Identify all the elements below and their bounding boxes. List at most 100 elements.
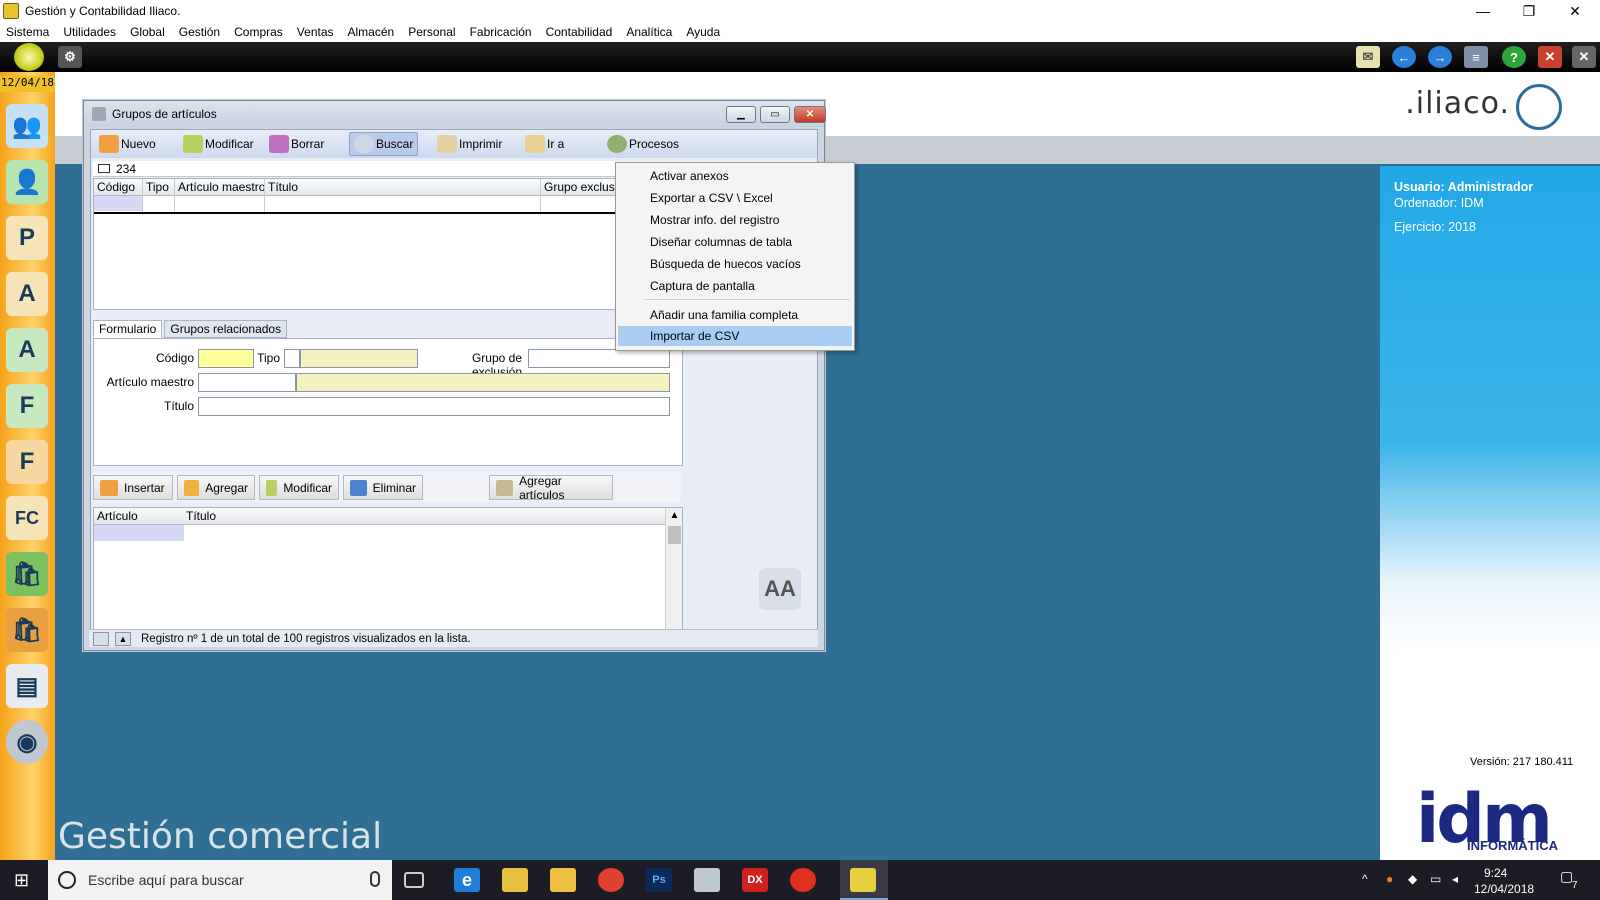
menu-analitica[interactable]: Analítica (626, 25, 672, 39)
iliaco-active-icon[interactable] (850, 868, 876, 892)
user-p-icon[interactable]: P (6, 216, 48, 260)
microphone-icon[interactable] (370, 871, 380, 887)
tab-formulario[interactable]: Formulario (93, 320, 163, 338)
menu-item-busqueda-huecos[interactable]: Búsqueda de huecos vacíos (650, 257, 801, 271)
col-articulo-maestro[interactable]: Artículo maestro (178, 180, 265, 194)
list-icon[interactable]: ≡ (1464, 46, 1488, 68)
window-titlebar[interactable]: Grupos de artículos (84, 101, 824, 127)
users-icon[interactable]: 👥 (6, 104, 48, 148)
cd-icon[interactable]: ◉ (6, 720, 48, 764)
close-button[interactable]: ✕ (1552, 0, 1598, 22)
letter-f-icon[interactable]: F (6, 384, 48, 428)
bag-green-icon[interactable]: 🛍 (6, 552, 48, 596)
menu-compras[interactable]: Compras (234, 25, 283, 39)
insertar-button[interactable]: Insertar (93, 475, 173, 500)
bag-orange-icon[interactable]: 🛍 (6, 608, 48, 652)
clock-date[interactable]: 12/04/2018 (1474, 882, 1534, 896)
menu-global[interactable]: Global (130, 25, 165, 39)
letter-f-orange-icon[interactable]: F (6, 440, 48, 484)
window-minimize-button[interactable]: ▁ (726, 106, 756, 123)
taskbar-search-input[interactable]: Escribe aquí para buscar (88, 872, 244, 888)
col-grupo-exclusion[interactable]: Grupo exclusi (544, 180, 617, 194)
col-articulo[interactable]: Artículo (97, 509, 138, 523)
codigo-input[interactable] (198, 349, 254, 368)
chrome-icon[interactable] (598, 868, 624, 892)
tray-chevron-icon[interactable]: ^ (1362, 872, 1368, 886)
mail-icon[interactable]: ✉ (1356, 46, 1380, 68)
scroll-thumb[interactable] (668, 526, 681, 544)
dx-app-icon[interactable]: DX (742, 868, 768, 892)
forward-arrow-icon[interactable]: → (1428, 46, 1452, 68)
edge-icon[interactable]: e (454, 868, 480, 892)
dropbox-icon[interactable]: ◆ (1408, 872, 1417, 886)
file-explorer-icon[interactable] (550, 868, 576, 892)
window-maximize-button[interactable]: ▭ (760, 106, 790, 123)
buscar-button[interactable]: Buscar (349, 132, 419, 156)
home-orb-icon[interactable] (14, 43, 44, 71)
menu-gestion[interactable]: Gestión (179, 25, 220, 39)
letter-a-icon[interactable]: A (6, 328, 48, 372)
menu-item-exportar-csv[interactable]: Exportar a CSV \ Excel (650, 191, 773, 205)
nuevo-button[interactable]: Nuevo (99, 132, 156, 156)
menu-personal[interactable]: Personal (408, 25, 455, 39)
photoshop-icon[interactable]: Ps (646, 868, 672, 892)
menu-item-anadir-familia[interactable]: Añadir una familia completa (650, 308, 798, 322)
close-window-icon[interactable]: ✕ (1538, 46, 1562, 68)
minimize-button[interactable]: — (1460, 0, 1506, 22)
close-all-icon[interactable]: ✕ (1572, 46, 1596, 68)
menu-item-captura-pantalla[interactable]: Captura de pantalla (650, 279, 755, 293)
modificar-detail-button[interactable]: Modificar (259, 475, 339, 500)
back-arrow-icon[interactable]: ← (1392, 46, 1416, 68)
menu-sistema[interactable]: Sistema (6, 25, 49, 39)
search-input[interactable]: 234 (116, 162, 136, 176)
logo-badge-icon[interactable]: ⚙ (58, 46, 82, 68)
mail-app-icon[interactable] (502, 868, 528, 892)
keyboard-icon[interactable] (98, 164, 110, 173)
chevron-up-icon[interactable]: ▲ (115, 631, 131, 646)
col-titulo-articulo[interactable]: Título (186, 509, 216, 523)
table-row-selected[interactable] (94, 525, 184, 541)
user-icon[interactable]: 👤 (6, 160, 48, 204)
network-icon[interactable]: ▭ (1430, 872, 1441, 886)
menu-item-importar-csv[interactable]: Importar de CSV (650, 329, 739, 343)
col-codigo[interactable]: Código (97, 180, 135, 194)
menu-contabilidad[interactable]: Contabilidad (546, 25, 613, 39)
menu-item-disenar-columnas[interactable]: Diseñar columnas de tabla (650, 235, 792, 249)
menu-almacen[interactable]: Almacén (348, 25, 395, 39)
menu-ventas[interactable]: Ventas (297, 25, 334, 39)
font-size-icon[interactable]: AA (759, 568, 801, 610)
user-a-icon[interactable]: A (6, 272, 48, 316)
col-titulo[interactable]: Título (268, 180, 298, 194)
articulo-maestro-input[interactable] (198, 373, 296, 392)
scroll-up-icon[interactable]: ▲ (666, 508, 683, 524)
volume-icon[interactable]: ◂ (1452, 872, 1458, 886)
letter-fc-icon[interactable]: FC (6, 496, 48, 540)
modificar-button[interactable]: Modificar (183, 132, 254, 156)
borrar-button[interactable]: Borrar (269, 132, 324, 156)
red-app-icon[interactable] (790, 868, 816, 892)
col-tipo[interactable]: Tipo (146, 180, 169, 194)
keyboard-icon[interactable] (93, 631, 109, 646)
restore-button[interactable]: ❐ (1506, 0, 1552, 22)
menu-item-mostrar-info[interactable]: Mostrar info. del registro (650, 213, 779, 227)
taskbar-search[interactable]: Escribe aquí para buscar (48, 860, 392, 900)
tipo-description-input[interactable] (300, 349, 418, 368)
procesos-button[interactable]: Procesos (607, 132, 679, 156)
menu-ayuda[interactable]: Ayuda (686, 25, 720, 39)
menu-fabricacion[interactable]: Fabricación (470, 25, 532, 39)
imprimir-button[interactable]: Imprimir (437, 132, 502, 156)
articles-scrollbar[interactable]: ▲ ▼ (665, 508, 682, 646)
menu-utilidades[interactable]: Utilidades (63, 25, 116, 39)
iliaco-app-icon[interactable] (694, 868, 720, 892)
grupo-exclusion-input[interactable] (528, 349, 670, 368)
eliminar-button[interactable]: Eliminar (343, 475, 423, 500)
agregar-button[interactable]: Agregar (177, 475, 255, 500)
window-close-button[interactable]: ✕ (794, 106, 826, 123)
windows-start-icon[interactable]: ⊞ (14, 870, 29, 891)
help-icon[interactable]: ? (1502, 46, 1526, 68)
menu-item-activar-anexos[interactable]: Activar anexos (650, 169, 729, 183)
tipo-code-input[interactable] (284, 349, 300, 368)
tab-grupos-relacionados[interactable]: Grupos relacionados (164, 320, 288, 338)
articulo-maestro-description[interactable] (296, 373, 670, 392)
ir-a-button[interactable]: Ir a (525, 132, 564, 156)
